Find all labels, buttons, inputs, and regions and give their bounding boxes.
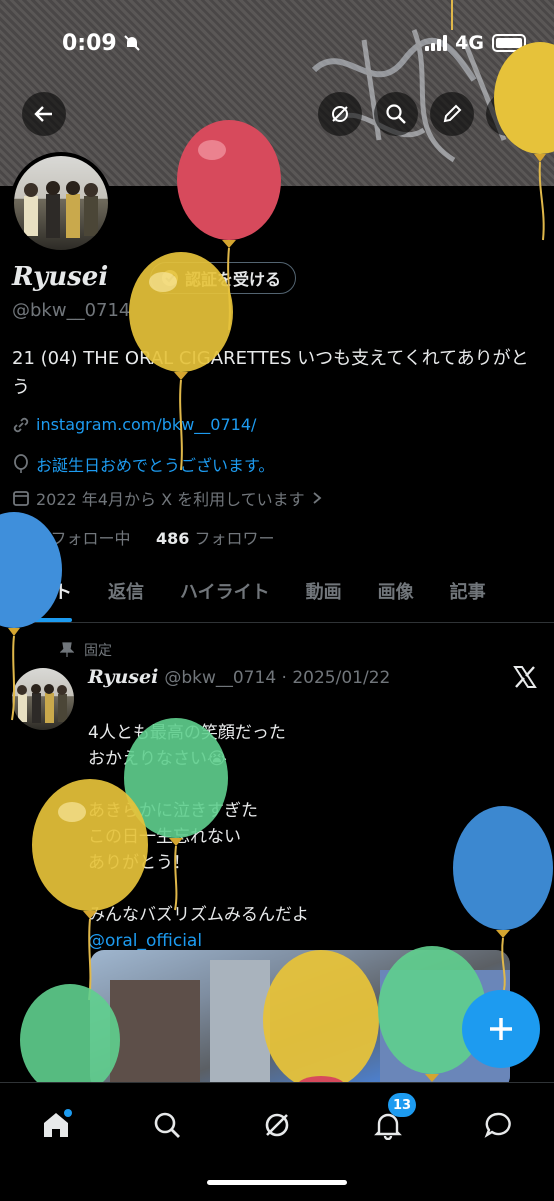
notification-count-badge: 13 <box>388 1093 416 1117</box>
pin-icon <box>60 642 74 657</box>
tab-photos[interactable]: 画像 <box>360 568 432 622</box>
post-text: 4人とも最高の笑顔だった おかえりなさい😭 あきらかに泣きすぎた この日一生忘れ… <box>88 694 508 980</box>
post-handle-date: @bkw__0714 · 2025/01/22 <box>164 668 391 688</box>
profile-tabs: ポスト 返信 ハイライト 動画 画像 記事 <box>0 568 554 623</box>
post-avatar[interactable] <box>12 668 74 730</box>
profile-name: Ryusei <box>12 262 109 292</box>
nav-notifications[interactable]: 13 <box>364 1093 416 1149</box>
grok-icon <box>265 1113 289 1137</box>
profile-link-row[interactable]: instagram.com/bkw__0714/ <box>12 415 256 434</box>
nav-messages[interactable] <box>474 1101 522 1149</box>
nav-home[interactable] <box>32 1101 80 1149</box>
profile-bio: 21 (04) THE ORAL CIGARETTES いつも支えてくれてありが… <box>12 348 529 398</box>
link-icon <box>13 417 29 432</box>
balloon-icon <box>14 454 28 473</box>
home-indicator <box>207 1180 347 1185</box>
edit-icon <box>443 104 462 123</box>
nav-grok[interactable] <box>253 1101 301 1149</box>
post-author-name[interactable]: Ryusei <box>88 666 158 688</box>
profile-avatar[interactable] <box>10 152 112 254</box>
pinned-label: 固定 <box>60 640 112 660</box>
status-time: 0:09 <box>62 31 141 56</box>
tab-replies[interactable]: 返信 <box>90 568 162 622</box>
birthday-text: お誕生日おめでとうございます。 <box>36 456 275 475</box>
post-avatar-photo <box>17 684 67 723</box>
share-button[interactable] <box>486 92 530 136</box>
status-indicators: 4G <box>425 32 526 54</box>
post-image[interactable] <box>90 950 510 1090</box>
followers-link[interactable]: 486 フォロワー <box>156 529 275 548</box>
profile-handle: @bkw__0714 <box>12 300 131 321</box>
post-header: Ryusei @bkw__0714 · 2025/01/22 <box>88 666 390 688</box>
message-bubble-icon <box>484 1112 511 1138</box>
nav-search[interactable] <box>143 1101 191 1149</box>
grok-button[interactable] <box>318 92 362 136</box>
search-icon <box>154 1112 180 1138</box>
follow-stats: 634 フォロー中 486 フォロワー <box>12 525 274 549</box>
back-button[interactable] <box>22 92 66 136</box>
chevron-right-icon <box>313 492 322 504</box>
search-button[interactable] <box>374 92 418 136</box>
back-arrow-icon <box>34 106 52 122</box>
plus-icon <box>490 1018 512 1040</box>
tab-videos[interactable]: 動画 <box>288 568 360 622</box>
avatar-photo <box>24 181 98 238</box>
search-icon <box>386 104 406 124</box>
home-unread-dot <box>64 1109 72 1117</box>
signal-icon <box>425 35 448 51</box>
joined-text: 2022 年4月から X を利用しています <box>36 490 305 509</box>
tab-posts[interactable]: ポスト <box>0 568 90 622</box>
get-verified-button[interactable]: 認証を受ける <box>150 262 297 294</box>
share-icon <box>500 104 516 123</box>
grok-icon <box>332 106 348 122</box>
x-logo-icon <box>513 666 537 688</box>
verified-badge-icon <box>162 270 178 286</box>
tab-articles[interactable]: 記事 <box>432 568 504 622</box>
network-label: 4G <box>455 32 484 54</box>
joined-row[interactable]: 2022 年4月から X を利用しています <box>12 486 323 510</box>
edit-button[interactable] <box>430 92 474 136</box>
calendar-icon <box>13 491 29 506</box>
compose-post-button[interactable] <box>462 990 540 1068</box>
tab-highlights[interactable]: ハイライト <box>162 568 288 622</box>
mute-bell-icon <box>124 35 140 51</box>
profile-link[interactable]: instagram.com/bkw__0714/ <box>36 415 256 434</box>
battery-icon <box>492 34 526 52</box>
post-photo <box>110 960 510 1090</box>
following-link[interactable]: 634 フォロー中 <box>12 529 131 548</box>
birthday-row: お誕生日おめでとうございます。 <box>12 452 274 476</box>
status-bar: 0:09 4G <box>0 0 554 86</box>
